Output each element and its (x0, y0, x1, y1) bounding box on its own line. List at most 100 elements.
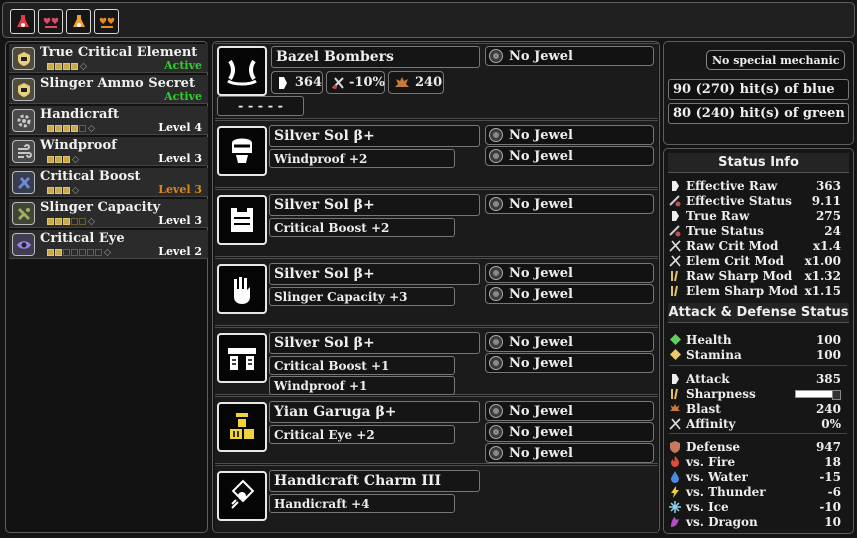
thunder-icon (669, 485, 681, 498)
attack-value: 364 (294, 75, 322, 90)
skill-bar-end (79, 62, 88, 70)
status-label: Effective Raw (686, 178, 778, 193)
skill-row[interactable]: True Critical Element Active (9, 44, 208, 73)
status-value: 363 (815, 178, 841, 193)
jewel-icon (489, 356, 503, 370)
jewel-icon (489, 404, 503, 418)
skill-row[interactable]: Critical Eye Level 2 (9, 230, 208, 259)
stat-row: Defense 947 (669, 439, 841, 454)
skill-level-pip (47, 217, 54, 225)
skill-level-pip (87, 248, 94, 256)
jewel-slot[interactable]: No Jewel (485, 332, 654, 352)
jewel-slot[interactable]: No Jewel (485, 194, 654, 214)
skill-level-pip (71, 217, 78, 225)
hearts-icon[interactable] (38, 9, 63, 34)
jewel-slot[interactable]: No Jewel (485, 443, 654, 463)
skill-level-bar (47, 124, 96, 132)
status-value: 9.11 (811, 193, 841, 208)
jewel-icon (489, 149, 503, 163)
status-label: Elem Sharp Mod (686, 283, 798, 298)
armor-name[interactable]: Silver Sol β+ (269, 194, 480, 216)
armor-name[interactable]: Handicraft Charm III (269, 470, 480, 492)
jewel-slot[interactable]: No Jewel (485, 263, 654, 283)
stat-label: Defense (686, 439, 740, 454)
status-label: Raw Sharp Mod (686, 268, 793, 283)
skill-row[interactable]: Critical Boost Level 3 (9, 168, 208, 197)
jewel-icon (489, 49, 503, 63)
weapon-decoration-slots[interactable]: - - - - - (217, 96, 304, 116)
armor-piece-group: Handicraft Charm III Handicraft +4 (215, 465, 658, 533)
crit-icon (669, 254, 681, 267)
skill-level-bar (47, 186, 80, 194)
jewel-slot[interactable]: No Jewel (485, 146, 654, 166)
jewel-icon (489, 335, 503, 349)
orange-flask-icon[interactable] (66, 9, 91, 34)
skill-status: Active (164, 90, 202, 103)
skill-level-pip (55, 155, 62, 163)
jewel-slot[interactable]: No Jewel (485, 401, 654, 421)
armor-piece-group: Silver Sol β+ Slinger Capacity +3 No Jewel… (215, 258, 658, 326)
sharp-icon (669, 388, 681, 400)
jewel-icon (489, 425, 503, 439)
stat-value: 10 (824, 514, 841, 529)
skill-level-bar (47, 155, 80, 163)
skill-name: Slinger Ammo Secret (40, 76, 195, 91)
armor-name[interactable]: Silver Sol β+ (269, 332, 480, 354)
armor-name[interactable]: Silver Sol β+ (269, 125, 480, 147)
status-icon (669, 194, 681, 207)
ice-icon (669, 500, 681, 513)
orange-hearts-icon[interactable] (94, 9, 119, 34)
status-icon (669, 224, 681, 237)
crit-icon (669, 239, 681, 252)
armor-piece-group: Yian Garuga β+ Critical Eye +2 No Jewel No … (215, 396, 658, 464)
stat-value: 18 (824, 454, 841, 469)
jewel-icon (489, 197, 503, 211)
skill-bar-end (87, 217, 96, 225)
skill-name: Handicraft (40, 107, 119, 122)
skill-level-bar (47, 62, 88, 70)
skill-level-pip (47, 124, 54, 132)
element-value: 240 (415, 75, 443, 90)
chest-icon (217, 195, 267, 245)
status-row: Effective Status 9.11 (669, 193, 841, 208)
charm-icon (217, 471, 267, 521)
skill-status: Level 2 (158, 245, 202, 258)
skill-bar-end (87, 124, 96, 132)
jewel-slot[interactable]: No Jewel (485, 284, 654, 304)
jewel-slot[interactable]: No Jewel (485, 125, 654, 145)
skill-name: Critical Boost (40, 169, 141, 184)
jewel-slot[interactable]: No Jewel (485, 422, 654, 442)
skill-row[interactable]: Slinger Capacity Level 3 (9, 199, 208, 228)
stat-label: Attack (686, 371, 730, 386)
skill-level-pip (55, 186, 62, 194)
status-value: x1.00 (804, 253, 841, 268)
status-value: x1.4 (812, 238, 841, 253)
waist-icon (217, 333, 267, 383)
blast-icon (393, 74, 411, 92)
skill-level-pip (71, 124, 78, 132)
status-panel: Status Info Effective Raw 363 Effective St… (663, 148, 854, 534)
sword-icon (669, 210, 681, 222)
red-flask-icon[interactable] (10, 9, 35, 34)
weapon-name[interactable]: Bazel Bombers (271, 46, 480, 68)
skill-name: Critical Eye (40, 231, 125, 246)
stat-label: Health (686, 332, 732, 347)
armor-skill: Windproof +2 (269, 149, 455, 168)
skill-level-pip (63, 248, 70, 256)
sharp-icon (669, 270, 681, 282)
skills-panel: True Critical Element Active Slinger Amm… (5, 41, 208, 533)
gear-skill-icon (12, 109, 35, 132)
status-row: Elem Sharp Mod x1.15 (669, 283, 841, 298)
skill-row[interactable]: Windproof Level 3 (9, 137, 208, 166)
armor-name[interactable]: Silver Sol β+ (269, 263, 480, 285)
armor-name[interactable]: Yian Garuga β+ (269, 401, 480, 423)
skill-bar-end (71, 155, 80, 163)
weapon-jewel-slot[interactable]: No Jewel (485, 46, 654, 66)
affinity-value: -10% (349, 75, 385, 90)
jewel-slot[interactable]: No Jewel (485, 353, 654, 373)
skill-row[interactable]: Handicraft Level 4 (9, 106, 208, 135)
stat-row: vs. Dragon 10 (669, 514, 841, 529)
armor-piece-group: Silver Sol β+ Windproof +2 No Jewel No Jewe… (215, 120, 658, 188)
skill-row[interactable]: Slinger Ammo Secret Active (9, 75, 208, 104)
skill-level-pip (63, 155, 70, 163)
